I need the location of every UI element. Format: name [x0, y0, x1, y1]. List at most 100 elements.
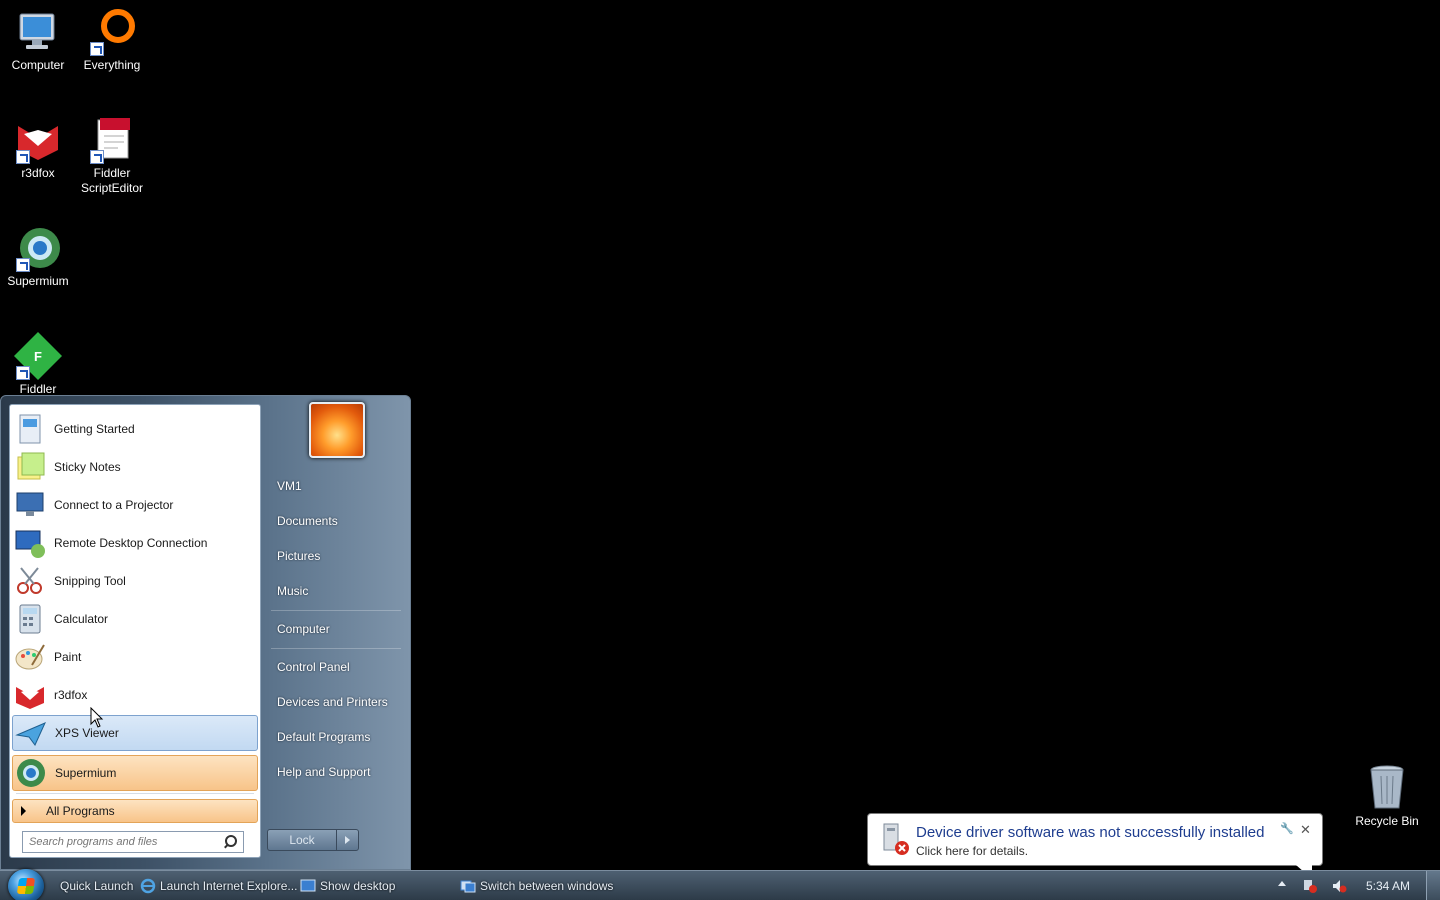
shortcut-arrow-icon — [90, 150, 104, 164]
start-link-devices-printers[interactable]: Devices and Printers — [269, 687, 403, 717]
start-link-documents[interactable]: Documents — [269, 506, 403, 536]
desktop-icon-label: Computer — [11, 58, 65, 72]
show-hidden-icons-arrow-icon[interactable] — [1278, 881, 1286, 886]
start-link-help-support[interactable]: Help and Support — [269, 757, 403, 787]
show-desktop-icon — [300, 879, 316, 892]
start-item-label: Remote Desktop Connection — [54, 536, 208, 550]
xps-viewer-icon — [15, 722, 46, 746]
desktop-icon-computer[interactable]: Computer — [0, 8, 76, 73]
start-menu-programs-pane: Getting Started Sticky Notes Connect to … — [9, 404, 261, 858]
desktop-icon-fiddler-scripteditor[interactable]: Fiddler ScriptEditor — [74, 116, 150, 196]
all-programs-label: All Programs — [46, 804, 115, 818]
device-error-icon — [883, 823, 909, 855]
show-desktop-corner-button[interactable] — [1426, 871, 1440, 900]
projector-icon — [16, 492, 44, 516]
start-link-pictures[interactable]: Pictures — [269, 541, 403, 571]
start-item-label: Paint — [54, 650, 82, 664]
recycle-bin-icon — [1363, 764, 1411, 812]
launch-ie-button[interactable]: Launch Internet Explore... — [140, 871, 297, 900]
start-item-label: r3dfox — [54, 688, 88, 702]
quick-launch-toolbar[interactable]: Quick Launch — [60, 871, 133, 900]
switch-windows-label: Switch between windows — [480, 879, 614, 893]
start-item-label: Calculator — [54, 612, 109, 626]
notification-body[interactable]: Click here for details. — [916, 844, 1028, 858]
quick-launch-label: Quick Launch — [60, 879, 134, 893]
user-avatar[interactable] — [309, 402, 365, 458]
desktop-icon-fiddler[interactable]: F Fiddler — [0, 332, 76, 397]
start-link-label: Computer — [277, 622, 330, 636]
desktop-icon-label: Recycle Bin — [1355, 814, 1419, 828]
start-link-label: Help and Support — [277, 765, 371, 779]
chevron-right-icon — [21, 806, 26, 816]
switch-windows-icon — [460, 880, 476, 893]
network-error-icon[interactable] — [1302, 878, 1318, 894]
start-link-label: Documents — [277, 514, 338, 528]
remote-desktop-icon — [15, 530, 45, 558]
desktop-icon-supermium[interactable]: Supermium — [0, 224, 76, 289]
shortcut-arrow-icon — [16, 150, 30, 164]
clock[interactable]: 5:34 AM — [1366, 871, 1410, 900]
fiddler-scripteditor-icon — [88, 116, 136, 164]
start-link-label: VM1 — [277, 479, 302, 493]
start-link-label: Control Panel — [277, 660, 350, 674]
start-search-input[interactable] — [29, 833, 223, 851]
calculator-icon — [19, 604, 41, 634]
start-item-snipping-tool[interactable]: Snipping Tool — [12, 563, 258, 599]
switch-windows-button[interactable]: Switch between windows — [460, 871, 613, 900]
launch-ie-label: Launch Internet Explore... — [160, 879, 298, 893]
start-item-label: Supermium — [55, 766, 117, 780]
clock-time: 5:34 AM — [1366, 879, 1411, 893]
start-link-label: Pictures — [277, 549, 321, 563]
start-item-sticky-notes[interactable]: Sticky Notes — [12, 449, 258, 485]
start-item-supermium[interactable]: Supermium — [12, 755, 258, 791]
notification-title: Device driver software was not successfu… — [916, 824, 1265, 841]
start-item-getting-started[interactable]: Getting Started — [12, 411, 258, 447]
start-link-label: Devices and Printers — [277, 695, 388, 709]
start-item-label: Connect to a Projector — [54, 498, 174, 512]
notification-balloon[interactable]: Device driver software was not successfu… — [867, 813, 1323, 879]
wrench-options-icon[interactable]: 🔧 — [1280, 822, 1294, 835]
desktop-icon-everything[interactable]: Everything — [74, 8, 150, 73]
separator — [271, 648, 401, 649]
start-item-paint[interactable]: Paint — [12, 639, 258, 675]
start-link-default-programs[interactable]: Default Programs — [269, 722, 403, 752]
separator — [16, 793, 254, 794]
volume-muted-icon[interactable] — [1331, 878, 1347, 894]
lock-label: Lock — [289, 833, 315, 847]
desktop-icon-label: r3dfox — [21, 166, 55, 180]
sticky-notes-icon — [17, 452, 45, 480]
start-link-music[interactable]: Music — [269, 576, 403, 606]
search-icon[interactable] — [223, 834, 239, 850]
start-item-calculator[interactable]: Calculator — [12, 601, 258, 637]
supermium-icon — [14, 224, 62, 272]
start-item-remote-desktop[interactable]: Remote Desktop Connection — [12, 525, 258, 561]
start-link-label: Music — [277, 584, 309, 598]
taskbar: Quick Launch Launch Internet Explore... … — [0, 869, 1440, 900]
shutdown-options-arrow-icon[interactable] — [336, 830, 358, 850]
start-item-r3dfox[interactable]: r3dfox — [12, 677, 258, 713]
start-link-user-folder[interactable]: VM1 — [269, 471, 403, 501]
start-item-xps-viewer[interactable]: XPS Viewer — [12, 715, 258, 751]
internet-explorer-icon — [140, 878, 156, 894]
all-programs-button[interactable]: All Programs — [12, 799, 258, 823]
start-link-computer[interactable]: Computer — [269, 614, 403, 644]
shortcut-arrow-icon — [16, 366, 30, 380]
scissors-icon — [17, 567, 42, 594]
start-item-label: Getting Started — [54, 422, 135, 436]
lock-button[interactable]: Lock — [267, 829, 359, 851]
start-search-box[interactable] — [22, 831, 244, 853]
desktop-icon-r3dfox[interactable]: r3dfox — [0, 116, 76, 181]
mouse-pointer-icon — [90, 707, 104, 728]
start-item-label: XPS Viewer — [55, 726, 119, 740]
start-button[interactable] — [8, 869, 44, 900]
paint-palette-icon — [15, 644, 45, 670]
desktop-icon-recycle-bin[interactable]: Recycle Bin — [1349, 764, 1425, 829]
svg-text:F: F — [34, 349, 42, 364]
start-item-label: Snipping Tool — [54, 574, 126, 588]
start-link-control-panel[interactable]: Control Panel — [269, 652, 403, 682]
show-desktop-button[interactable]: Show desktop — [300, 871, 395, 900]
start-item-connect-projector[interactable]: Connect to a Projector — [12, 487, 258, 523]
everything-icon — [88, 8, 136, 56]
desktop-icon-label: Everything — [83, 58, 141, 72]
close-icon[interactable]: ✕ — [1300, 822, 1311, 838]
